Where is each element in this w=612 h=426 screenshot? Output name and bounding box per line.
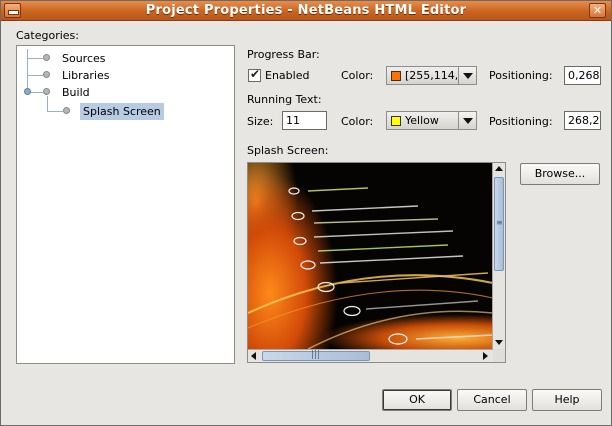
scroll-left-icon[interactable] [248, 350, 260, 362]
splash-artwork [248, 187, 493, 349]
vertical-scrollbar[interactable]: ≡ [492, 163, 505, 349]
help-button[interactable]: Help [532, 389, 602, 411]
grip-icon: ≡ [496, 218, 503, 227]
browse-button[interactable]: Browse... [520, 163, 600, 185]
tree-item-sources[interactable]: Sources [62, 50, 106, 67]
horizontal-scrollbar[interactable]: ||| [248, 349, 493, 362]
progress-color-label: Color: [341, 69, 374, 82]
node-bullet-icon [43, 54, 50, 61]
tree-item-build[interactable]: Build [62, 84, 90, 101]
running-color-combo[interactable]: Yellow [386, 111, 477, 130]
enabled-checkbox[interactable]: ✔ [248, 67, 261, 82]
size-label: Size: [247, 115, 274, 128]
scroll-down-icon[interactable] [493, 336, 505, 348]
tree-item-splash-screen[interactable]: Splash Screen [80, 103, 164, 120]
running-positioning-field[interactable]: 268,2 [564, 111, 601, 130]
scroll-right-icon[interactable] [479, 350, 491, 362]
splash-image-panel: ≡ ||| [247, 162, 506, 363]
ok-button[interactable]: OK [382, 389, 452, 411]
chevron-down-icon[interactable] [458, 112, 476, 129]
categories-label: Categories: [16, 29, 79, 42]
splash-screen-heading: Splash Screen: [247, 144, 329, 157]
tree-connector [27, 75, 43, 76]
size-field[interactable]: 11 [282, 111, 327, 130]
progress-bar-heading: Progress Bar: [247, 48, 320, 61]
chevron-down-icon[interactable] [458, 67, 476, 84]
progress-color-combo[interactable]: [255,114,0] [386, 66, 477, 85]
enabled-label: Enabled [265, 69, 310, 82]
grip-icon: ||| [311, 350, 321, 360]
vertical-scroll-thumb[interactable]: ≡ [494, 177, 504, 271]
categories-tree[interactable]: Sources Libraries Build Splash Screen [16, 45, 235, 364]
running-color-label: Color: [341, 115, 374, 128]
tree-item-libraries[interactable]: Libraries [62, 67, 110, 84]
scroll-up-icon[interactable] [493, 163, 505, 175]
color-swatch-icon [391, 116, 401, 126]
close-icon[interactable]: ✕ [589, 3, 606, 18]
node-bullet-icon [43, 71, 50, 78]
progress-positioning-field[interactable]: 0,268 [564, 66, 601, 85]
check-icon: ✔ [250, 67, 261, 81]
node-bullet-icon [63, 107, 70, 114]
node-bullet-icon [43, 88, 50, 95]
project-properties-dialog: Project Properties - NetBeans HTML Edito… [0, 0, 612, 426]
running-text-heading: Running Text: [247, 93, 322, 106]
window-title: Project Properties - NetBeans HTML Edito… [145, 3, 467, 18]
horizontal-scroll-thumb[interactable]: ||| [262, 350, 370, 361]
tree-connector [27, 58, 43, 59]
progress-positioning-label: Positioning: [489, 69, 553, 82]
splash-image [248, 163, 493, 349]
running-positioning-label: Positioning: [489, 115, 553, 128]
expand-toggle-icon[interactable] [24, 88, 31, 95]
running-color-value: Yellow [405, 114, 439, 127]
color-swatch-icon [391, 71, 401, 81]
tree-connector [47, 96, 48, 111]
tree-connector [47, 111, 63, 112]
title-bar[interactable]: Project Properties - NetBeans HTML Edito… [1, 1, 611, 21]
progress-color-value: [255,114,0] [405, 69, 457, 82]
cancel-button[interactable]: Cancel [457, 389, 527, 411]
